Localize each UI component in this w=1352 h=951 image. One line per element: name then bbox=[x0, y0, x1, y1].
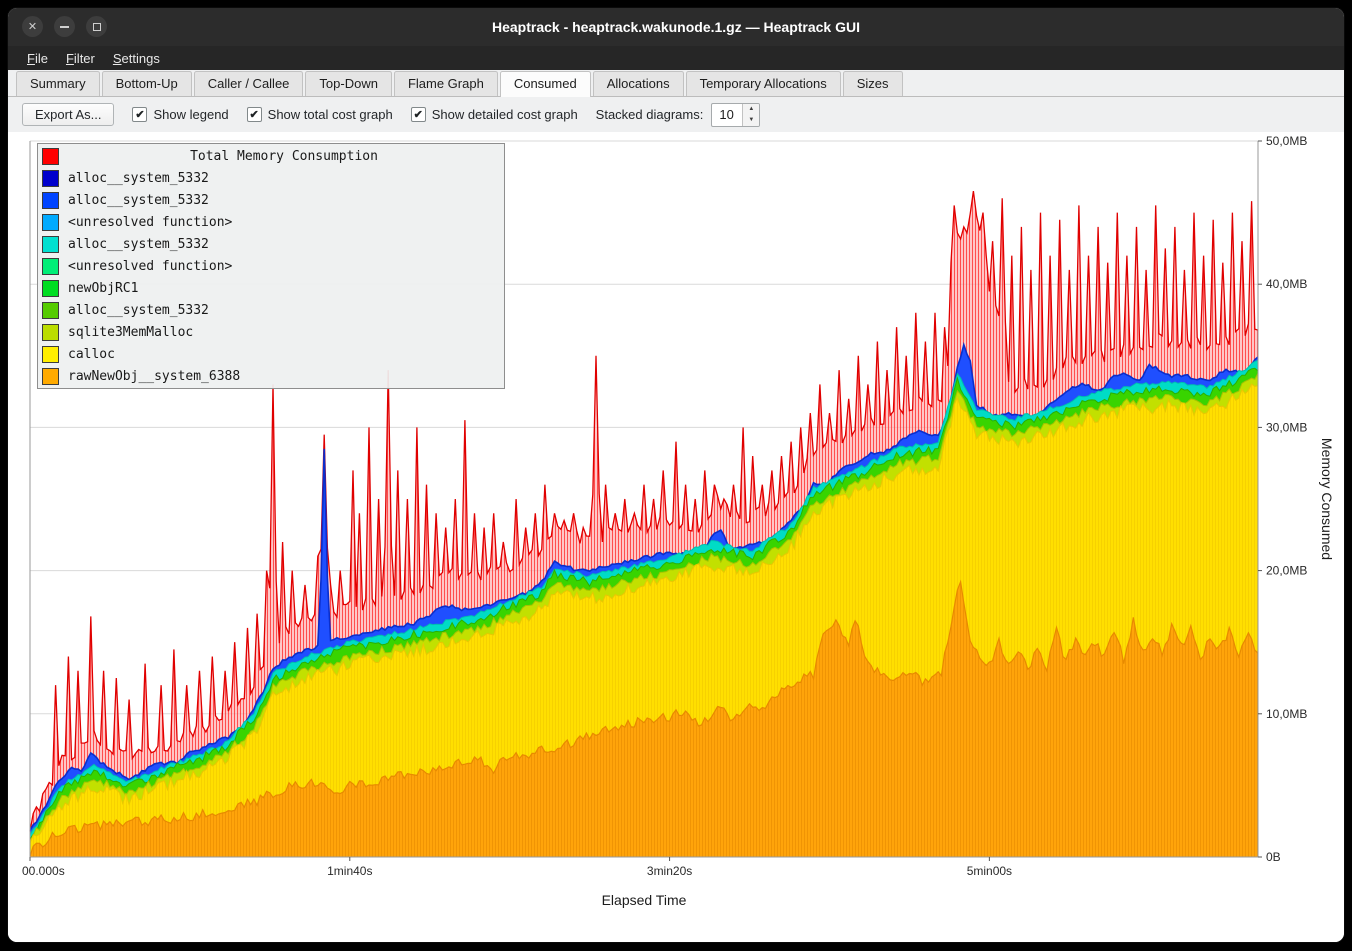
tab-caller-callee[interactable]: Caller / Callee bbox=[194, 71, 304, 96]
spinbox-value[interactable]: 10 bbox=[712, 104, 742, 126]
spinbox-buttons bbox=[742, 104, 759, 126]
legend-swatch bbox=[42, 258, 59, 275]
stacked-diagrams-control: Stacked diagrams: 10 bbox=[596, 103, 761, 127]
checkbox-icon bbox=[247, 107, 262, 122]
legend-item: <unresolved function> bbox=[38, 255, 504, 277]
checkbox-icon bbox=[411, 107, 426, 122]
menu-settings[interactable]: Settings bbox=[104, 48, 169, 69]
legend-item: alloc__system_5332 bbox=[38, 167, 504, 189]
y-tick-label: 50,0MB bbox=[1266, 134, 1307, 148]
x-tick-label: 00.000s bbox=[22, 864, 65, 878]
menubar: FileFilterSettings bbox=[8, 46, 1344, 70]
checkbox-show-legend[interactable]: Show legend bbox=[132, 107, 228, 122]
checkbox-show-detailed-cost-graph[interactable]: Show detailed cost graph bbox=[411, 107, 578, 122]
chart-legend: Total Memory Consumption alloc__system_53… bbox=[37, 143, 505, 389]
x-tick-label: 1min40s bbox=[327, 864, 372, 878]
tab-temporary-allocations[interactable]: Temporary Allocations bbox=[686, 71, 841, 96]
legend-label: newObjRC1 bbox=[68, 281, 138, 296]
legend-swatch bbox=[42, 214, 59, 231]
tab-top-down[interactable]: Top-Down bbox=[305, 71, 392, 96]
export-as-button[interactable]: Export As... bbox=[22, 103, 114, 126]
legend-swatch bbox=[42, 346, 59, 363]
increment-button[interactable] bbox=[743, 104, 759, 115]
tab-summary[interactable]: Summary bbox=[16, 71, 100, 96]
menu-file[interactable]: File bbox=[18, 48, 57, 69]
tab-allocations[interactable]: Allocations bbox=[593, 71, 684, 96]
maximize-button[interactable] bbox=[86, 16, 107, 37]
legend-swatch bbox=[42, 236, 59, 253]
legend-item: newObjRC1 bbox=[38, 277, 504, 299]
application-window: ✕ Heaptrack - heaptrack.wakunode.1.gz — … bbox=[8, 8, 1344, 942]
legend-title-row: Total Memory Consumption bbox=[38, 145, 504, 167]
legend-item: rawNewObj__system_6388 bbox=[38, 365, 504, 387]
tab-bottom-up[interactable]: Bottom-Up bbox=[102, 71, 192, 96]
legend-label: <unresolved function> bbox=[68, 215, 232, 230]
legend-label: alloc__system_5332 bbox=[68, 193, 209, 208]
checkbox-group: Show legend Show total cost graph Show det… bbox=[132, 107, 577, 122]
close-icon: ✕ bbox=[28, 20, 37, 33]
legend-swatch bbox=[42, 368, 59, 385]
y-tick-label: 0B bbox=[1266, 850, 1281, 864]
legend-label: alloc__system_5332 bbox=[68, 303, 209, 318]
checkbox-show-total-cost-graph[interactable]: Show total cost graph bbox=[247, 107, 393, 122]
close-button[interactable]: ✕ bbox=[22, 16, 43, 37]
legend-swatch bbox=[42, 170, 59, 187]
stacked-diagrams-spinbox[interactable]: 10 bbox=[711, 103, 760, 127]
window-controls: ✕ bbox=[22, 16, 107, 37]
legend-label: rawNewObj__system_6388 bbox=[68, 369, 240, 384]
y-tick-label: 10,0MB bbox=[1266, 707, 1307, 721]
minimize-button[interactable] bbox=[54, 16, 75, 37]
legend-swatch bbox=[42, 302, 59, 319]
legend-item: calloc bbox=[38, 343, 504, 365]
chart-area: 00.000s 1min40s 3min20s 5min00s 0B 10,0MB 20,0… bbox=[8, 132, 1344, 942]
legend-label: alloc__system_5332 bbox=[68, 237, 209, 252]
legend-swatch bbox=[42, 324, 59, 341]
window-title: Heaptrack - heaptrack.wakunode.1.gz — He… bbox=[8, 19, 1344, 35]
titlebar[interactable]: ✕ Heaptrack - heaptrack.wakunode.1.gz — … bbox=[8, 8, 1344, 46]
legend-item: alloc__system_5332 bbox=[38, 299, 504, 321]
y-tick-label: 20,0MB bbox=[1266, 564, 1307, 578]
checkbox-label: Show detailed cost graph bbox=[432, 107, 578, 122]
legend-label: sqlite3MemMalloc bbox=[68, 325, 193, 340]
legend-swatch bbox=[42, 148, 59, 165]
legend-label: calloc bbox=[68, 347, 115, 362]
decrement-button[interactable] bbox=[743, 115, 759, 126]
menu-filter[interactable]: Filter bbox=[57, 48, 104, 69]
stacked-diagrams-label: Stacked diagrams: bbox=[596, 107, 704, 122]
tab-sizes[interactable]: Sizes bbox=[843, 71, 903, 96]
checkbox-icon bbox=[132, 107, 147, 122]
legend-item: alloc__system_5332 bbox=[38, 189, 504, 211]
tab-consumed[interactable]: Consumed bbox=[500, 71, 591, 97]
checkbox-label: Show total cost graph bbox=[268, 107, 393, 122]
y-tick-label: 40,0MB bbox=[1266, 277, 1307, 291]
y-axis-title: Memory Consumed bbox=[1319, 438, 1335, 560]
maximize-icon bbox=[93, 23, 101, 31]
legend-swatch bbox=[42, 192, 59, 209]
x-tick-label: 3min20s bbox=[647, 864, 692, 878]
tab-flame-graph[interactable]: Flame Graph bbox=[394, 71, 498, 96]
y-tick-label: 30,0MB bbox=[1266, 420, 1307, 434]
legend-label: alloc__system_5332 bbox=[68, 171, 209, 186]
legend-item: alloc__system_5332 bbox=[38, 233, 504, 255]
legend-label: <unresolved function> bbox=[68, 259, 232, 274]
tabbar: SummaryBottom-UpCaller / CalleeTop-DownF… bbox=[8, 70, 1344, 97]
legend-swatch bbox=[42, 280, 59, 297]
checkbox-label: Show legend bbox=[153, 107, 228, 122]
legend-label: Total Memory Consumption bbox=[68, 149, 500, 164]
minimize-icon bbox=[60, 26, 69, 28]
legend-item: sqlite3MemMalloc bbox=[38, 321, 504, 343]
toolbar: Export As... Show legend Show total cost … bbox=[8, 97, 1344, 132]
x-axis-title: Elapsed Time bbox=[602, 892, 687, 908]
x-tick-label: 5min00s bbox=[967, 864, 1012, 878]
legend-item: <unresolved function> bbox=[38, 211, 504, 233]
